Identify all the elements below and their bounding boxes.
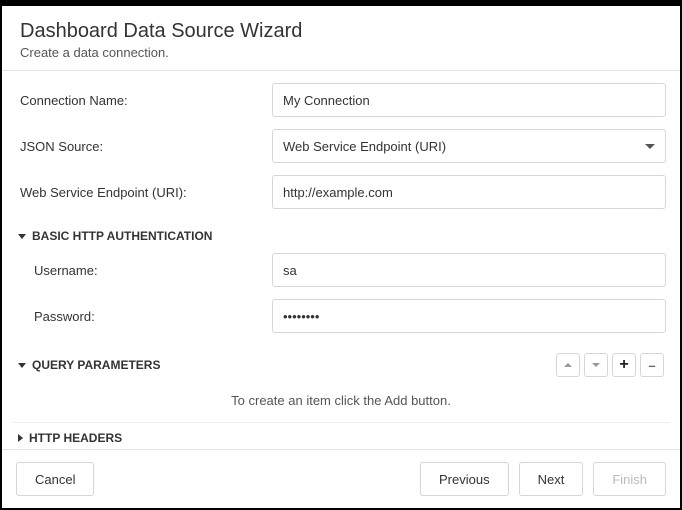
dialog-subtitle: Create a data connection.: [20, 45, 662, 60]
plus-icon: +: [619, 357, 628, 373]
previous-button[interactable]: Previous: [420, 462, 509, 496]
move-up-button[interactable]: [556, 353, 580, 377]
query-params-section-title: QUERY PARAMETERS: [32, 358, 160, 372]
dialog-body: Connection Name: JSON Source: Web Servic…: [2, 71, 680, 449]
collapse-icon: [18, 363, 26, 368]
connection-name-input[interactable]: [272, 83, 666, 117]
cancel-button[interactable]: Cancel: [16, 462, 94, 496]
json-source-value: Web Service Endpoint (URI): [283, 139, 446, 154]
json-source-select[interactable]: Web Service Endpoint (URI): [272, 129, 666, 163]
json-source-row: JSON Source: Web Service Endpoint (URI): [12, 129, 670, 163]
dialog-title: Dashboard Data Source Wizard: [20, 20, 662, 43]
basic-auth-section-header[interactable]: BASIC HTTP AUTHENTICATION: [12, 221, 670, 253]
endpoint-label: Web Service Endpoint (URI):: [12, 185, 272, 200]
http-headers-section-title: HTTP HEADERS: [29, 431, 122, 445]
chevron-up-icon: [564, 363, 572, 367]
connection-name-row: Connection Name:: [12, 83, 670, 117]
http-headers-section-header[interactable]: HTTP HEADERS: [12, 423, 670, 449]
chevron-down-icon: [592, 363, 600, 367]
endpoint-input[interactable]: [272, 175, 666, 209]
dialog-header: Dashboard Data Source Wizard Create a da…: [2, 6, 680, 70]
username-label: Username:: [12, 263, 272, 278]
query-params-actions: + –: [556, 353, 664, 377]
wizard-dialog: Dashboard Data Source Wizard Create a da…: [2, 6, 680, 508]
query-params-hint: To create an item click the Add button.: [12, 387, 670, 422]
username-input[interactable]: [272, 253, 666, 287]
json-source-label: JSON Source:: [12, 139, 272, 154]
chevron-down-icon: [645, 144, 655, 149]
minus-icon: –: [648, 358, 655, 373]
add-button[interactable]: +: [612, 353, 636, 377]
username-row: Username:: [12, 253, 670, 287]
collapse-icon: [18, 234, 26, 239]
expand-icon: [18, 434, 23, 442]
query-params-section-header[interactable]: QUERY PARAMETERS + –: [12, 345, 670, 387]
finish-button: Finish: [593, 462, 666, 496]
password-label: Password:: [12, 309, 272, 324]
password-row: Password:: [12, 299, 670, 333]
basic-auth-section-title: BASIC HTTP AUTHENTICATION: [32, 229, 212, 243]
move-down-button[interactable]: [584, 353, 608, 377]
password-input[interactable]: [272, 299, 666, 333]
next-button[interactable]: Next: [519, 462, 584, 496]
endpoint-row: Web Service Endpoint (URI):: [12, 175, 670, 209]
remove-button[interactable]: –: [640, 353, 664, 377]
dialog-footer: Cancel Previous Next Finish: [2, 449, 680, 508]
connection-name-label: Connection Name:: [12, 93, 272, 108]
